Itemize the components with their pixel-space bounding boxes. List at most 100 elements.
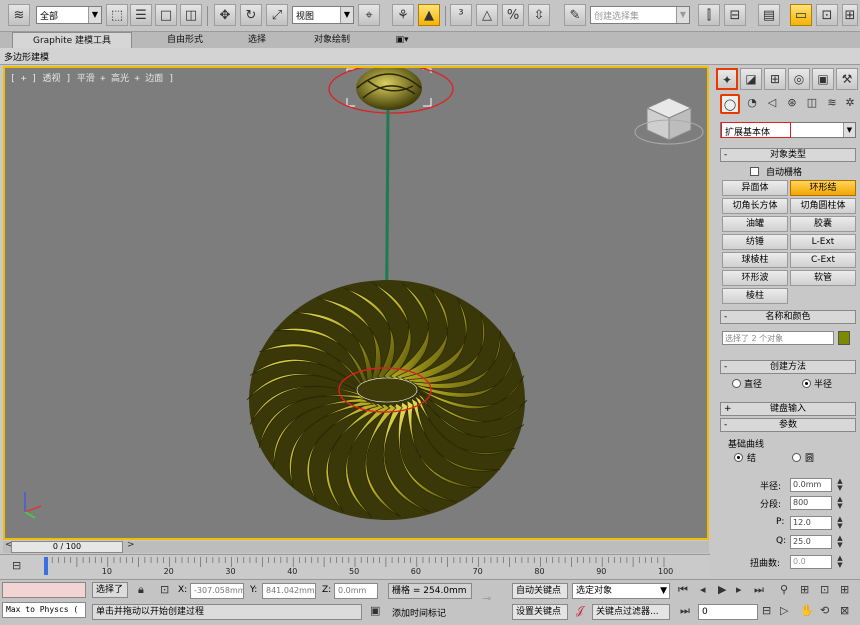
- keyboard-shortcut-toggle-icon[interactable]: ▲: [418, 4, 440, 26]
- maximize-viewport-icon[interactable]: ⊠: [840, 604, 849, 617]
- tab-graphite-modeling[interactable]: Graphite 建模工具: [12, 32, 132, 48]
- name-color-rollout[interactable]: - 名称和颜色: [720, 310, 856, 324]
- tab-object-paint[interactable]: 对象绘制: [300, 32, 364, 48]
- lock-icon[interactable]: 🔒︎: [138, 583, 144, 597]
- maxscript-mini-listener[interactable]: Max to Physcs (: [2, 602, 86, 618]
- scale-icon[interactable]: ⤢: [266, 4, 288, 26]
- object-color-swatch[interactable]: [838, 331, 850, 345]
- knot-radio[interactable]: [734, 453, 743, 462]
- auto-key-button[interactable]: 自动关键点: [512, 583, 568, 599]
- time-slider-handle[interactable]: 0 / 100: [11, 541, 123, 553]
- key-mode-icon[interactable]: ⏭: [680, 604, 690, 618]
- q-input[interactable]: 25.0: [790, 535, 832, 549]
- pivot-icon[interactable]: ⌖: [358, 4, 380, 26]
- object-type-button[interactable]: 棱柱: [722, 288, 788, 304]
- key-filters-button[interactable]: 关键点过滤器...: [592, 604, 670, 620]
- motion-tab-icon[interactable]: ◎: [788, 68, 810, 90]
- zoom-extents-all-icon[interactable]: ⊞: [840, 583, 849, 596]
- object-type-button[interactable]: 纺锤: [722, 234, 788, 250]
- y-coord-field[interactable]: 841.042mm: [262, 583, 316, 599]
- p-input[interactable]: 12.0: [790, 516, 832, 530]
- geometry-icon[interactable]: ◯: [720, 94, 740, 114]
- cameras-icon[interactable]: ⊛: [782, 94, 802, 114]
- segments-input[interactable]: 800: [790, 496, 832, 510]
- tab-freeform[interactable]: 自由形式: [150, 32, 220, 48]
- maxscript-mini-listener-top[interactable]: [2, 582, 86, 598]
- diameter-radio[interactable]: [732, 379, 741, 388]
- layer-manager-icon[interactable]: ▤: [758, 4, 780, 26]
- hierarchy-tab-icon[interactable]: ⊞: [764, 68, 786, 90]
- selection-filter-dropdown[interactable]: 全部 ▼: [36, 6, 102, 24]
- creation-method-rollout[interactable]: - 创建方法: [720, 360, 856, 374]
- undo-icon[interactable]: ≋: [8, 4, 30, 26]
- select-by-name-icon[interactable]: ☰: [130, 4, 152, 26]
- go-to-end-icon[interactable]: ⏭: [754, 583, 764, 597]
- angle-snap-icon[interactable]: △: [476, 4, 498, 26]
- viewcube-icon[interactable]: [634, 97, 704, 145]
- set-key-icon[interactable]: ⊸: [482, 592, 491, 605]
- object-type-button[interactable]: 异面体: [722, 180, 788, 196]
- object-type-button[interactable]: 球棱柱: [722, 252, 788, 268]
- time-tag-icon[interactable]: ▣: [370, 604, 380, 617]
- shapes-icon[interactable]: ◔: [742, 94, 762, 114]
- named-selection-set-dropdown[interactable]: 创建选择集 ▼: [590, 6, 690, 24]
- previous-frame-icon[interactable]: ◂: [700, 583, 706, 596]
- mirror-icon[interactable]: ⫿: [698, 4, 720, 26]
- circle-radio[interactable]: [792, 453, 801, 462]
- key-filter-dropdown[interactable]: 选定对象 ▼: [572, 583, 670, 599]
- time-config-icon[interactable]: ⊟: [762, 604, 771, 617]
- p-spinner[interactable]: ▲ ▼: [836, 516, 844, 530]
- viewport-label[interactable]: [ + ] 透视 ] 平滑 + 高光 + 边面 ]: [10, 71, 174, 84]
- autogrid-checkbox[interactable]: [750, 167, 759, 176]
- object-type-button[interactable]: C-Ext: [790, 252, 856, 268]
- object-type-button[interactable]: 环形结: [790, 180, 856, 196]
- schematic-view-icon[interactable]: ⊞: [842, 4, 858, 26]
- utilities-tab-icon[interactable]: ⚒: [836, 68, 858, 90]
- reference-coord-dropdown[interactable]: 视图 ▼: [292, 6, 354, 24]
- systems-icon[interactable]: ✲: [840, 94, 860, 114]
- twist-input[interactable]: 0.0: [790, 555, 832, 569]
- viewport-scene[interactable]: [5, 68, 709, 540]
- rectangular-selection-icon[interactable]: □: [155, 4, 177, 26]
- next-frame-icon[interactable]: >: [127, 540, 135, 550]
- current-frame-marker[interactable]: [44, 557, 48, 575]
- twist-spinner[interactable]: ▲ ▼: [836, 555, 844, 569]
- track-bar[interactable]: ⊟ 10 20 30 40 50 60 70 80 90 100: [0, 554, 710, 578]
- edit-named-selection-icon[interactable]: ✎: [564, 4, 586, 26]
- zoom-icon[interactable]: ⚲: [780, 583, 788, 596]
- spacewarps-icon[interactable]: ≋: [822, 94, 842, 114]
- rotate-icon[interactable]: ↻: [240, 4, 262, 26]
- radius-spinner[interactable]: ▲ ▼: [836, 478, 844, 492]
- zoom-extents-icon[interactable]: ⊡: [820, 583, 829, 596]
- radius-input[interactable]: 0.0mm: [790, 478, 832, 492]
- object-type-button[interactable]: 环形波: [722, 270, 788, 286]
- object-type-button[interactable]: L-Ext: [790, 234, 856, 250]
- display-tab-icon[interactable]: ▣: [812, 68, 834, 90]
- keyboard-entry-rollout[interactable]: + 键盘输入: [720, 402, 856, 416]
- perspective-viewport[interactable]: [ + ] 透视 ] 平滑 + 高光 + 边面 ]: [3, 66, 709, 540]
- percent-snap-icon[interactable]: %: [502, 4, 524, 26]
- play-icon[interactable]: ▶: [718, 583, 726, 596]
- pan-icon[interactable]: ✋: [800, 604, 814, 617]
- spinner-snap-icon[interactable]: ⇳: [528, 4, 550, 26]
- current-frame-field[interactable]: 0: [698, 604, 758, 620]
- parameters-rollout[interactable]: - 参数: [720, 418, 856, 432]
- object-type-button[interactable]: 胶囊: [790, 216, 856, 232]
- x-coord-field[interactable]: -307.058mm: [190, 583, 244, 599]
- add-time-tag[interactable]: 添加时间标记: [392, 606, 446, 619]
- radius-radio[interactable]: [802, 379, 811, 388]
- align-icon[interactable]: ⊟: [724, 4, 746, 26]
- time-slider[interactable]: < 0 / 100 >: [3, 540, 709, 553]
- object-type-button[interactable]: 软管: [790, 270, 856, 286]
- object-type-rollout[interactable]: - 对象类型: [720, 148, 856, 162]
- object-type-button[interactable]: 油罐: [722, 216, 788, 232]
- helpers-icon[interactable]: ◫: [802, 94, 822, 114]
- curve-editor-icon[interactable]: ⊡: [816, 4, 838, 26]
- create-tab-icon[interactable]: ✦: [716, 68, 738, 90]
- select-manipulate-icon[interactable]: ⚘: [392, 4, 414, 26]
- go-to-start-icon[interactable]: ⏮: [678, 583, 688, 597]
- torus-knot-lamp-object[interactable]: [246, 280, 528, 520]
- geometry-category-dropdown[interactable]: 扩展基本体 ▼: [720, 122, 856, 138]
- graphite-toggle-icon[interactable]: ▭: [790, 4, 812, 26]
- object-type-button[interactable]: 切角长方体: [722, 198, 788, 214]
